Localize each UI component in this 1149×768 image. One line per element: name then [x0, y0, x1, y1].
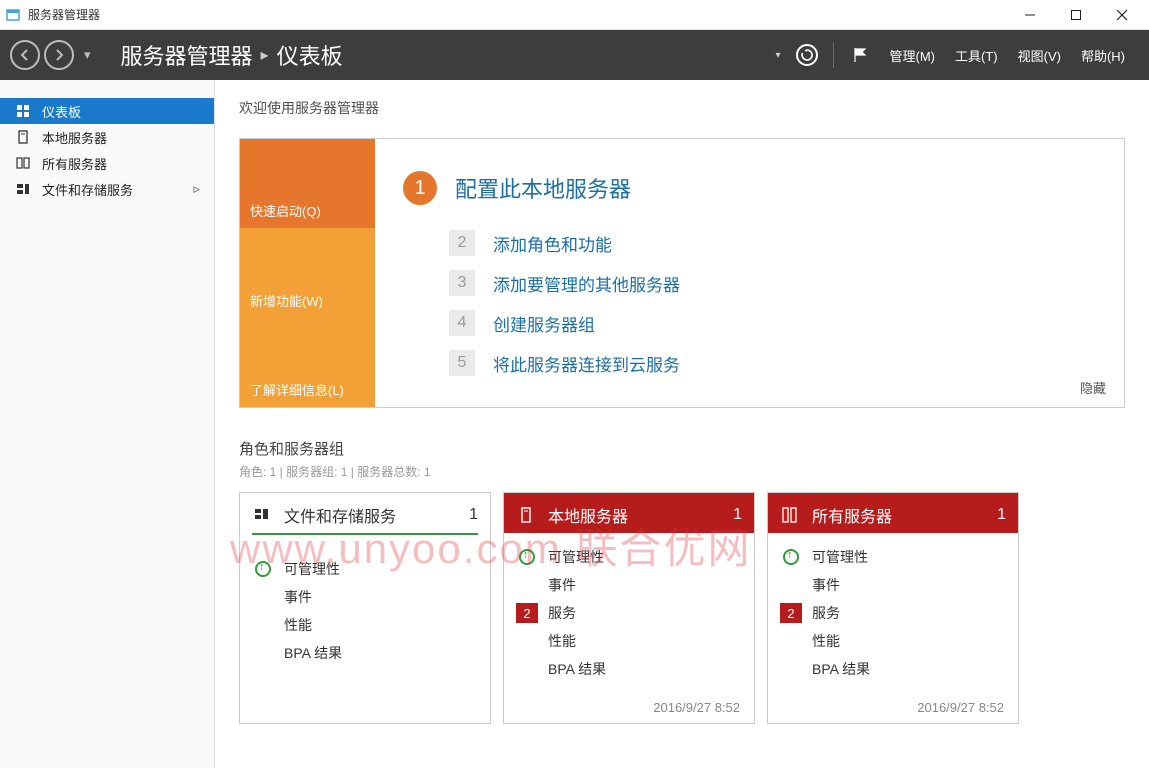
- server-icon: [516, 505, 536, 525]
- close-button[interactable]: [1099, 0, 1145, 30]
- tile-all-servers[interactable]: 所有服务器 1 可管理性 事件 2服务 性能 BPA 结果 2016/9/27 …: [767, 492, 1019, 724]
- minimize-button[interactable]: [1007, 0, 1053, 30]
- menu-help[interactable]: 帮助(H): [1081, 46, 1125, 65]
- servers-icon: [14, 154, 32, 172]
- row-events[interactable]: 事件: [780, 571, 1006, 599]
- sidebar-item-file-storage[interactable]: 文件和存储服务 ▹: [0, 176, 214, 202]
- alert-badge: 2: [516, 603, 538, 623]
- servers-icon: [780, 505, 800, 525]
- history-dropdown-icon[interactable]: ▾: [84, 47, 91, 63]
- dashboard-icon: [14, 102, 32, 120]
- menu-view[interactable]: 视图(V): [1018, 46, 1061, 65]
- step-label: 添加角色和功能: [493, 231, 612, 256]
- row-bpa[interactable]: BPA 结果: [780, 655, 1006, 683]
- chevron-right-icon: ▸: [261, 45, 269, 65]
- app-icon: [4, 6, 22, 24]
- step-number: 4: [449, 310, 475, 336]
- step-number: 2: [449, 230, 475, 256]
- tiles-row: 文件和存储服务 1 可管理性 事件 性能 BPA 结果 本地服务器 1: [239, 492, 1125, 724]
- tile-timestamp: 2016/9/27 8:52: [917, 700, 1004, 715]
- step-label: 将此服务器连接到云服务: [493, 351, 680, 376]
- row-bpa[interactable]: BPA 结果: [252, 639, 478, 667]
- roles-heading: 角色和服务器组: [239, 438, 1125, 459]
- tile-count: 1: [469, 506, 478, 524]
- header-bar: ▾ 服务器管理器 ▸ 仪表板 ▾ 管理(M) 工具(T) 视图(V) 帮助(H): [0, 30, 1149, 80]
- sidebar-item-local-server[interactable]: 本地服务器: [0, 124, 214, 150]
- forward-button[interactable]: [44, 40, 74, 70]
- breadcrumb-root[interactable]: 服务器管理器: [121, 39, 253, 71]
- arrow-up-icon: [780, 549, 802, 565]
- row-performance[interactable]: 性能: [516, 627, 742, 655]
- row-events[interactable]: 事件: [252, 583, 478, 611]
- step-label: 配置此本地服务器: [455, 172, 631, 204]
- hide-link[interactable]: 隐藏: [1080, 378, 1106, 397]
- tile-title: 文件和存储服务: [284, 503, 396, 527]
- maximize-button[interactable]: [1053, 0, 1099, 30]
- step-number: 1: [403, 171, 437, 205]
- arrow-up-icon: [252, 561, 274, 577]
- tab-learn-more[interactable]: 了解详细信息(L): [240, 318, 375, 407]
- row-manageability[interactable]: 可管理性: [780, 543, 1006, 571]
- alert-badge: 2: [780, 603, 802, 623]
- refresh-button[interactable]: [793, 41, 821, 69]
- step-create-group[interactable]: 4 创建服务器组: [449, 303, 1096, 343]
- row-services[interactable]: 2服务: [780, 599, 1006, 627]
- breadcrumb-current[interactable]: 仪表板: [277, 39, 343, 71]
- divider: [833, 42, 834, 68]
- menu-manage[interactable]: 管理(M): [890, 46, 936, 65]
- sidebar-item-dashboard[interactable]: 仪表板: [0, 98, 214, 124]
- row-performance[interactable]: 性能: [252, 611, 478, 639]
- tile-timestamp: 2016/9/27 8:52: [653, 700, 740, 715]
- tile-title: 所有服务器: [812, 503, 892, 527]
- step-add-roles[interactable]: 2 添加角色和功能: [449, 223, 1096, 263]
- menu-tools[interactable]: 工具(T): [955, 46, 998, 65]
- tile-count: 1: [997, 506, 1006, 524]
- title-bar: 服务器管理器: [0, 0, 1149, 30]
- row-events[interactable]: 事件: [516, 571, 742, 599]
- row-manageability[interactable]: 可管理性: [516, 543, 742, 571]
- sidebar-item-label: 文件和存储服务: [42, 180, 133, 199]
- step-connect-cloud[interactable]: 5 将此服务器连接到云服务: [449, 343, 1096, 383]
- tile-count: 1: [733, 506, 742, 524]
- server-icon: [14, 128, 32, 146]
- chevron-right-icon: ▹: [193, 181, 200, 197]
- step-label: 创建服务器组: [493, 311, 595, 336]
- tile-file-storage[interactable]: 文件和存储服务 1 可管理性 事件 性能 BPA 结果: [239, 492, 491, 724]
- roles-subheading: 角色: 1 | 服务器组: 1 | 服务器总数: 1: [239, 463, 1125, 480]
- row-manageability[interactable]: 可管理性: [252, 555, 478, 583]
- sidebar-item-all-servers[interactable]: 所有服务器: [0, 150, 214, 176]
- welcome-panel: 快速启动(Q) 新增功能(W) 了解详细信息(L) 1 配置此本地服务器 2 添…: [239, 138, 1125, 408]
- row-services[interactable]: 2服务: [516, 599, 742, 627]
- sidebar-item-label: 本地服务器: [42, 128, 107, 147]
- storage-icon: [252, 505, 272, 525]
- sidebar-item-label: 仪表板: [42, 102, 81, 121]
- breadcrumb: 服务器管理器 ▸ 仪表板: [121, 39, 343, 71]
- welcome-heading: 欢迎使用服务器管理器: [239, 98, 1125, 118]
- tab-quick-start[interactable]: 快速启动(Q): [240, 139, 375, 228]
- step-number: 5: [449, 350, 475, 376]
- step-label: 添加要管理的其他服务器: [493, 271, 680, 296]
- divider: [252, 533, 478, 535]
- header-dropdown-icon[interactable]: ▾: [775, 50, 780, 61]
- step-add-servers[interactable]: 3 添加要管理的其他服务器: [449, 263, 1096, 303]
- step-configure-local[interactable]: 1 配置此本地服务器: [403, 171, 1096, 205]
- arrow-up-icon: [516, 549, 538, 565]
- row-performance[interactable]: 性能: [780, 627, 1006, 655]
- row-bpa[interactable]: BPA 结果: [516, 655, 742, 683]
- sidebar: 仪表板 本地服务器 所有服务器 文件和存储服务 ▹: [0, 80, 215, 768]
- tab-whats-new[interactable]: 新增功能(W): [240, 228, 375, 317]
- window-title: 服务器管理器: [28, 6, 100, 23]
- tile-local-server[interactable]: 本地服务器 1 可管理性 事件 2服务 性能 BPA 结果 2016/9/27 …: [503, 492, 755, 724]
- step-number: 3: [449, 270, 475, 296]
- main-content: 欢迎使用服务器管理器 快速启动(Q) 新增功能(W) 了解详细信息(L) 1 配…: [215, 80, 1149, 768]
- back-button[interactable]: [10, 40, 40, 70]
- sidebar-item-label: 所有服务器: [42, 154, 107, 173]
- flag-icon[interactable]: [846, 41, 874, 69]
- storage-icon: [14, 180, 32, 198]
- tile-title: 本地服务器: [548, 503, 628, 527]
